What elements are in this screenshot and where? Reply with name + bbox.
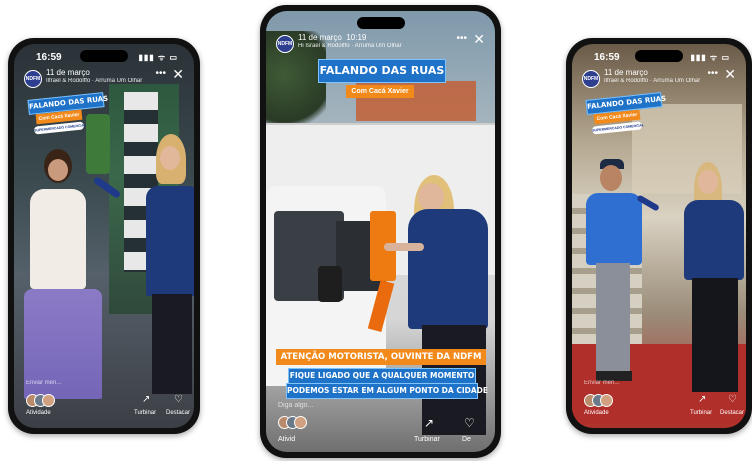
send-message-hint[interactable]: Enviar men... <box>26 380 61 386</box>
boost-icon[interactable]: ↗ <box>142 394 150 405</box>
story-header: NDFM 11 de março Ilfrael & Rodolffo · Ar… <box>24 66 184 92</box>
signal-wifi-battery-icon: ▮▮▮ ᯤ ▭ <box>690 53 730 62</box>
viewer-avatars[interactable] <box>584 394 614 407</box>
story-screen-center[interactable]: NDFM 11 de março 10:19 Hi Israel & Rodol… <box>266 11 495 452</box>
highlight-icon[interactable]: ♡ <box>464 416 475 430</box>
signal-wifi-battery-icon: ▮▮▮ ᯤ ▭ <box>138 53 178 62</box>
story-header: NDFM 11 de março Ilfrael & Rodolffo · Ar… <box>582 66 736 92</box>
caption-line-1: FIQUE LIGADO QUE A QUALQUER MOMENTO <box>288 368 476 384</box>
story-footer: Enviar men... Atividade ↗ Turbinar ♡ Des… <box>14 380 194 428</box>
camera-notch <box>356 17 405 29</box>
activity-label[interactable]: Atividade <box>584 410 609 416</box>
highlight-label[interactable]: Destacar <box>720 410 744 416</box>
more-options-icon[interactable]: ••• <box>456 33 467 44</box>
status-time: 16:59 <box>594 52 620 63</box>
story-date: 11 de março <box>46 68 90 77</box>
story-screen-left[interactable]: 16:59 ▮▮▮ ᯤ ▭ NDFM 11 de março Ilfrael &… <box>14 44 194 428</box>
status-time: 16:59 <box>36 52 62 63</box>
close-icon[interactable]: ✕ <box>724 66 736 83</box>
interviewee <box>582 159 644 389</box>
profile-avatar[interactable]: NDFM <box>582 70 600 88</box>
camera-notch <box>80 50 128 62</box>
story-date: 11 de março <box>604 68 648 77</box>
highlight-label[interactable]: Destacar <box>166 410 190 416</box>
story-time: 10:19 <box>346 33 367 42</box>
viewer-avatars[interactable] <box>26 394 56 407</box>
activity-label[interactable]: Atividade <box>26 410 51 416</box>
close-icon[interactable]: ✕ <box>172 66 184 83</box>
send-message-hint[interactable]: Enviar men... <box>584 380 619 386</box>
host-banner: Com Cacá Xavier <box>346 85 414 98</box>
story-footer: Enviar men... Atividade ↗ Turbinar ♡ Des… <box>572 380 746 428</box>
reporter <box>142 134 194 394</box>
highlight-icon[interactable]: ♡ <box>174 394 183 405</box>
story-music: Ilfrael & Rodolffo · Arruma Um Olhar <box>46 78 143 84</box>
phone-left: 16:59 ▮▮▮ ᯤ ▭ NDFM 11 de março Ilfrael &… <box>8 38 200 434</box>
activity-label[interactable]: Ativid <box>278 436 295 443</box>
boost-icon[interactable]: ↗ <box>424 416 434 430</box>
interviewee <box>24 149 102 399</box>
phone-right: 16:59 ▮▮▮ ᯤ ▭ NDFM 11 de março Ilfrael &… <box>566 38 752 434</box>
viewer-avatars[interactable] <box>278 416 308 429</box>
profile-avatar[interactable]: NDFM <box>24 70 42 88</box>
caption-warning: ATENÇÃO MOTORISTA, OUVINTE DA NDFM <box>276 349 486 365</box>
send-message-hint[interactable]: Diga algo... <box>278 402 313 409</box>
side-mirror <box>318 266 342 302</box>
story-header: NDFM 11 de março 10:19 Hi Israel & Rodol… <box>276 31 485 57</box>
more-options-icon[interactable]: ••• <box>155 68 166 79</box>
highlight-icon[interactable]: ♡ <box>728 394 737 405</box>
reporter <box>682 162 746 394</box>
story-date: 11 de março 10:19 <box>298 33 367 42</box>
more-options-icon[interactable]: ••• <box>707 68 718 79</box>
boost-label[interactable]: Turbinar <box>690 410 712 416</box>
story-footer: Diga algo... Ativid ↗ Turbinar ♡ De <box>266 400 495 452</box>
title-banner: FALANDO DAS RUAS <box>318 59 446 83</box>
boost-label[interactable]: Turbinar <box>414 436 440 443</box>
story-screen-right[interactable]: 16:59 ▮▮▮ ᯤ ▭ NDFM 11 de março Ilfrael &… <box>572 44 746 428</box>
profile-avatar[interactable]: NDFM <box>276 35 294 53</box>
camera-notch <box>635 50 683 62</box>
story-music: Hi Israel & Rodolffo · Arruma Um Olhar <box>298 43 402 49</box>
close-icon[interactable]: ✕ <box>473 31 485 48</box>
phone-center: NDFM 11 de março 10:19 Hi Israel & Rodol… <box>260 5 501 458</box>
highlight-label[interactable]: De <box>462 436 471 443</box>
boost-label[interactable]: Turbinar <box>134 410 156 416</box>
boost-icon[interactable]: ↗ <box>698 394 706 405</box>
story-music: Ilfrael & Rodolffo · Arruma Um Olhar <box>604 78 701 84</box>
caption-line-2: PODEMOS ESTAR EM ALGUM PONTO DA CIDADE <box>286 383 488 399</box>
